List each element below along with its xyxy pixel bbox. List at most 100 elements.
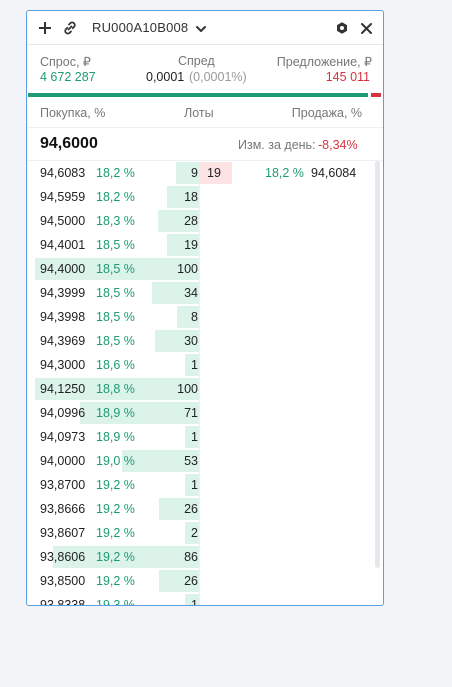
bid-price: 94,4000: [40, 262, 86, 276]
bid-yield: 19,2 %: [96, 550, 135, 564]
orderbook-row[interactable]: 94,3000 18,6 % 1: [27, 353, 371, 377]
bid-price: 94,0973: [40, 430, 86, 444]
bid-price: 94,3998: [40, 310, 86, 324]
bid-lots: 71: [184, 406, 198, 420]
ask-price: 94,6084: [311, 166, 357, 180]
orderbook-row[interactable]: 94,1250 18,8 % 100: [27, 377, 371, 401]
bid-lots: 30: [184, 334, 198, 348]
close-icon[interactable]: [357, 19, 375, 37]
scrollbar[interactable]: [375, 161, 380, 568]
column-divider: [199, 377, 200, 401]
bid-yield: 19,2 %: [96, 526, 135, 540]
spread-value: 0,0001: [146, 70, 185, 84]
orderbook-row[interactable]: 94,4001 18,5 % 19: [27, 233, 371, 257]
column-divider: [199, 233, 200, 257]
column-divider: [199, 449, 200, 473]
bid-lots: 1: [191, 358, 198, 372]
bid-yield: 19,2 %: [96, 502, 135, 516]
bid-yield: 19,2 %: [96, 478, 135, 492]
orderbook-row[interactable]: 94,3969 18,5 % 30: [27, 329, 371, 353]
chevron-down-icon[interactable]: [192, 20, 210, 38]
ticker-selector[interactable]: RU000A10B008: [92, 20, 188, 35]
bid-price: 94,3999: [40, 286, 86, 300]
orderbook-row[interactable]: 93,8606 19,2 % 86: [27, 545, 371, 569]
column-divider: [199, 401, 200, 425]
last-price-row: 94,6000 Изм. за день: -8,34%: [27, 128, 383, 161]
orderbook-row[interactable]: 94,0996 18,9 % 71: [27, 401, 371, 425]
orderbook-row[interactable]: 93,8666 19,2 % 26: [27, 497, 371, 521]
day-change-label: Изм. за день:: [238, 138, 316, 152]
column-divider: [199, 353, 200, 377]
bid-price: 94,5959: [40, 190, 86, 204]
bid-lots: 2: [191, 526, 198, 540]
orderbook-rows: 94,6083 18,2 % 9 19 18,2 % 94,6084 94,5959 18,2…: [27, 161, 371, 606]
column-headers: Покупка, % Лоты Продажа, %: [27, 97, 383, 128]
bid-price: 94,0000: [40, 454, 86, 468]
orderbook-row[interactable]: 94,5959 18,2 % 18: [27, 185, 371, 209]
bid-yield: 18,8 %: [96, 382, 135, 396]
bid-lots: 8: [191, 310, 198, 324]
orderbook-row[interactable]: 94,6083 18,2 % 9 19 18,2 % 94,6084: [27, 161, 371, 185]
bid-yield: 18,5 %: [96, 310, 135, 324]
bid-lots: 28: [184, 214, 198, 228]
orderbook-row[interactable]: 94,0000 19,0 % 53: [27, 449, 371, 473]
orderbook-row[interactable]: 93,8338 19,3 % 1: [27, 593, 371, 606]
bid-price: 94,3969: [40, 334, 86, 348]
bid-lots: 100: [177, 382, 198, 396]
column-divider: [199, 497, 200, 521]
bid-yield: 19,3 %: [96, 598, 135, 606]
bid-price: 93,8666: [40, 502, 86, 516]
bid-total-value: 4 672 287: [40, 70, 96, 84]
orderbook-row[interactable]: 94,5000 18,3 % 28: [27, 209, 371, 233]
bid-yield: 18,5 %: [96, 238, 135, 252]
buy-column-header: Покупка, %: [40, 106, 106, 120]
bid-lots: 26: [184, 502, 198, 516]
bid-lots: 18: [184, 190, 198, 204]
bid-price: 93,8607: [40, 526, 86, 540]
bid-lots: 19: [184, 238, 198, 252]
orderbook-row[interactable]: 94,3999 18,5 % 34: [27, 281, 371, 305]
bid-yield: 18,9 %: [96, 430, 135, 444]
orderbook-row[interactable]: 93,8500 19,2 % 26: [27, 569, 371, 593]
link-icon[interactable]: [61, 19, 79, 37]
bid-yield: 18,5 %: [96, 286, 135, 300]
column-divider: [199, 209, 200, 233]
ask-total-value: 145 011: [325, 70, 370, 84]
plus-icon[interactable]: [36, 19, 54, 37]
column-divider: [199, 281, 200, 305]
day-change-value: -8,34%: [318, 138, 358, 152]
bid-price: 94,3000: [40, 358, 86, 372]
bid-yield: 19,2 %: [96, 574, 135, 588]
bid-yield: 18,2 %: [96, 166, 135, 180]
bid-lots: 34: [184, 286, 198, 300]
bid-total-label: Спрос, ₽: [40, 55, 91, 69]
bid-price: 93,8700: [40, 478, 86, 492]
bid-lots: 100: [177, 262, 198, 276]
bid-price: 94,6083: [40, 166, 86, 180]
ask-lots: 19: [207, 166, 221, 180]
column-divider: [199, 569, 200, 593]
ask-yield: 18,2 %: [265, 166, 304, 180]
orderbook-row[interactable]: 94,0973 18,9 % 1: [27, 425, 371, 449]
column-divider: [199, 305, 200, 329]
bid-yield: 18,2 %: [96, 190, 135, 204]
ask-total-label: Предложение, ₽: [276, 55, 372, 69]
bid-lots: 1: [191, 430, 198, 444]
bid-lots: 1: [191, 598, 198, 606]
column-divider: [199, 425, 200, 449]
orderbook-row[interactable]: 94,4000 18,5 % 100: [27, 257, 371, 281]
orderbook-row[interactable]: 94,3998 18,5 % 8: [27, 305, 371, 329]
market-summary: Спрос, ₽ 4 672 287 Спред 0,0001 (0,0001%…: [27, 45, 383, 93]
sell-column-header: Продажа, %: [291, 106, 362, 120]
bid-yield: 18,5 %: [96, 262, 135, 276]
column-divider: [199, 185, 200, 209]
bid-price: 93,8606: [40, 550, 86, 564]
gear-icon[interactable]: [333, 19, 351, 37]
widget-toolbar: RU000A10B008: [27, 11, 383, 45]
orderbook-row[interactable]: 93,8607 19,2 % 2: [27, 521, 371, 545]
column-divider: [199, 545, 200, 569]
spread-percent: (0,0001%): [189, 70, 247, 84]
bid-lots: 86: [184, 550, 198, 564]
orderbook-row[interactable]: 93,8700 19,2 % 1: [27, 473, 371, 497]
bid-yield: 19,0 %: [96, 454, 135, 468]
